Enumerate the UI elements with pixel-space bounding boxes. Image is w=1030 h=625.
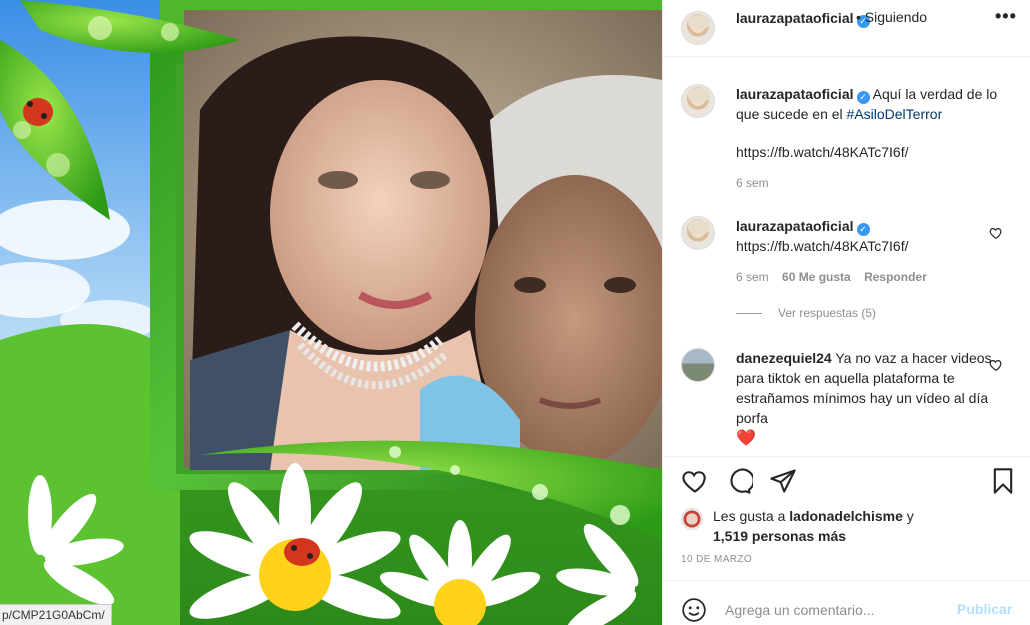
likes-text: Les gusta a ladonadelchisme y 1,519 pers… bbox=[713, 508, 914, 544]
comment-link[interactable]: https://fb.watch/48KATc7I6f/ bbox=[736, 236, 1006, 256]
like-heart-icon[interactable] bbox=[681, 467, 709, 495]
comment-meta: 6 sem 60 Me gusta Responder bbox=[736, 270, 927, 284]
likes-others[interactable]: 1,519 personas más bbox=[713, 528, 846, 544]
view-replies[interactable]: Ver respuestas (5) bbox=[736, 306, 876, 320]
follow-status[interactable]: • Siguiendo bbox=[856, 9, 927, 25]
save-bookmark-icon[interactable] bbox=[989, 467, 1017, 495]
caption-time[interactable]: 6 sem bbox=[736, 176, 769, 190]
heart-emoji: ❤️ bbox=[736, 430, 756, 447]
comment-avatar[interactable] bbox=[681, 348, 715, 382]
like-comment-heart-icon[interactable] bbox=[989, 226, 1003, 240]
link-tooltip: p/CMP21G0AbCm/ bbox=[0, 604, 112, 625]
author-username[interactable]: laurazapataoficial ✓ bbox=[736, 10, 870, 28]
like-comment-heart-icon[interactable] bbox=[989, 358, 1003, 372]
comment-text: danezequiel24 Ya no vaz a hacer videos p… bbox=[736, 348, 1006, 450]
caption-text: laurazapataoficial ✓ Aquí la verdad de lo… bbox=[736, 84, 1006, 162]
action-bar bbox=[663, 456, 1030, 496]
comment-item: danezequiel24 Ya no vaz a hacer videos p… bbox=[663, 348, 1030, 456]
caption: laurazapataoficial ✓ Aquí la verdad de lo… bbox=[663, 84, 1030, 204]
liker-username[interactable]: ladonadelchisme bbox=[789, 508, 903, 524]
comment-time[interactable]: 6 sem bbox=[736, 270, 769, 284]
author-avatar[interactable] bbox=[681, 11, 715, 45]
post-header: laurazapataoficial ✓ • Siguiendo ••• bbox=[663, 0, 1030, 57]
comment-bubble-icon[interactable] bbox=[725, 467, 753, 495]
reply-button[interactable]: Responder bbox=[864, 270, 927, 284]
post-panel: laurazapataoficial ✓ • Siguiendo ••• laur… bbox=[662, 0, 1030, 625]
share-send-icon[interactable] bbox=[769, 467, 797, 495]
caption-avatar[interactable] bbox=[681, 84, 715, 118]
post-date[interactable]: 10 DE MARZO bbox=[681, 554, 752, 565]
liker-avatar[interactable] bbox=[681, 508, 703, 530]
post-media[interactable]: p/CMP21G0AbCm/ bbox=[0, 0, 662, 625]
emoji-smiley-icon[interactable] bbox=[681, 597, 707, 623]
comment-input[interactable] bbox=[725, 599, 945, 621]
more-options-icon[interactable]: ••• bbox=[995, 6, 1017, 27]
replies-divider bbox=[736, 313, 762, 315]
comments-list: laurazapataoficial ✓ Aquí la verdad de lo… bbox=[663, 58, 1030, 456]
comment-username[interactable]: danezequiel24 bbox=[736, 350, 832, 366]
caption-link[interactable]: https://fb.watch/48KATc7I6f/ bbox=[736, 142, 1006, 162]
caption-username[interactable]: laurazapataoficial ✓ bbox=[736, 86, 870, 104]
verified-icon: ✓ bbox=[856, 223, 870, 236]
publish-button[interactable]: Publicar bbox=[957, 601, 1012, 617]
hashtag-link[interactable]: #AsiloDelTerror bbox=[847, 106, 943, 122]
comment-item: laurazapataoficial ✓ https://fb.watch/48K… bbox=[663, 216, 1030, 326]
comment-text: laurazapataoficial ✓ https://fb.watch/48K… bbox=[736, 216, 1006, 256]
comment-username[interactable]: laurazapataoficial ✓ bbox=[736, 218, 870, 236]
verified-icon: ✓ bbox=[856, 91, 870, 104]
post-image bbox=[0, 0, 662, 625]
comment-composer: Publicar bbox=[663, 580, 1030, 625]
comment-likes[interactable]: 60 Me gusta bbox=[782, 270, 851, 284]
comment-avatar[interactable] bbox=[681, 216, 715, 250]
